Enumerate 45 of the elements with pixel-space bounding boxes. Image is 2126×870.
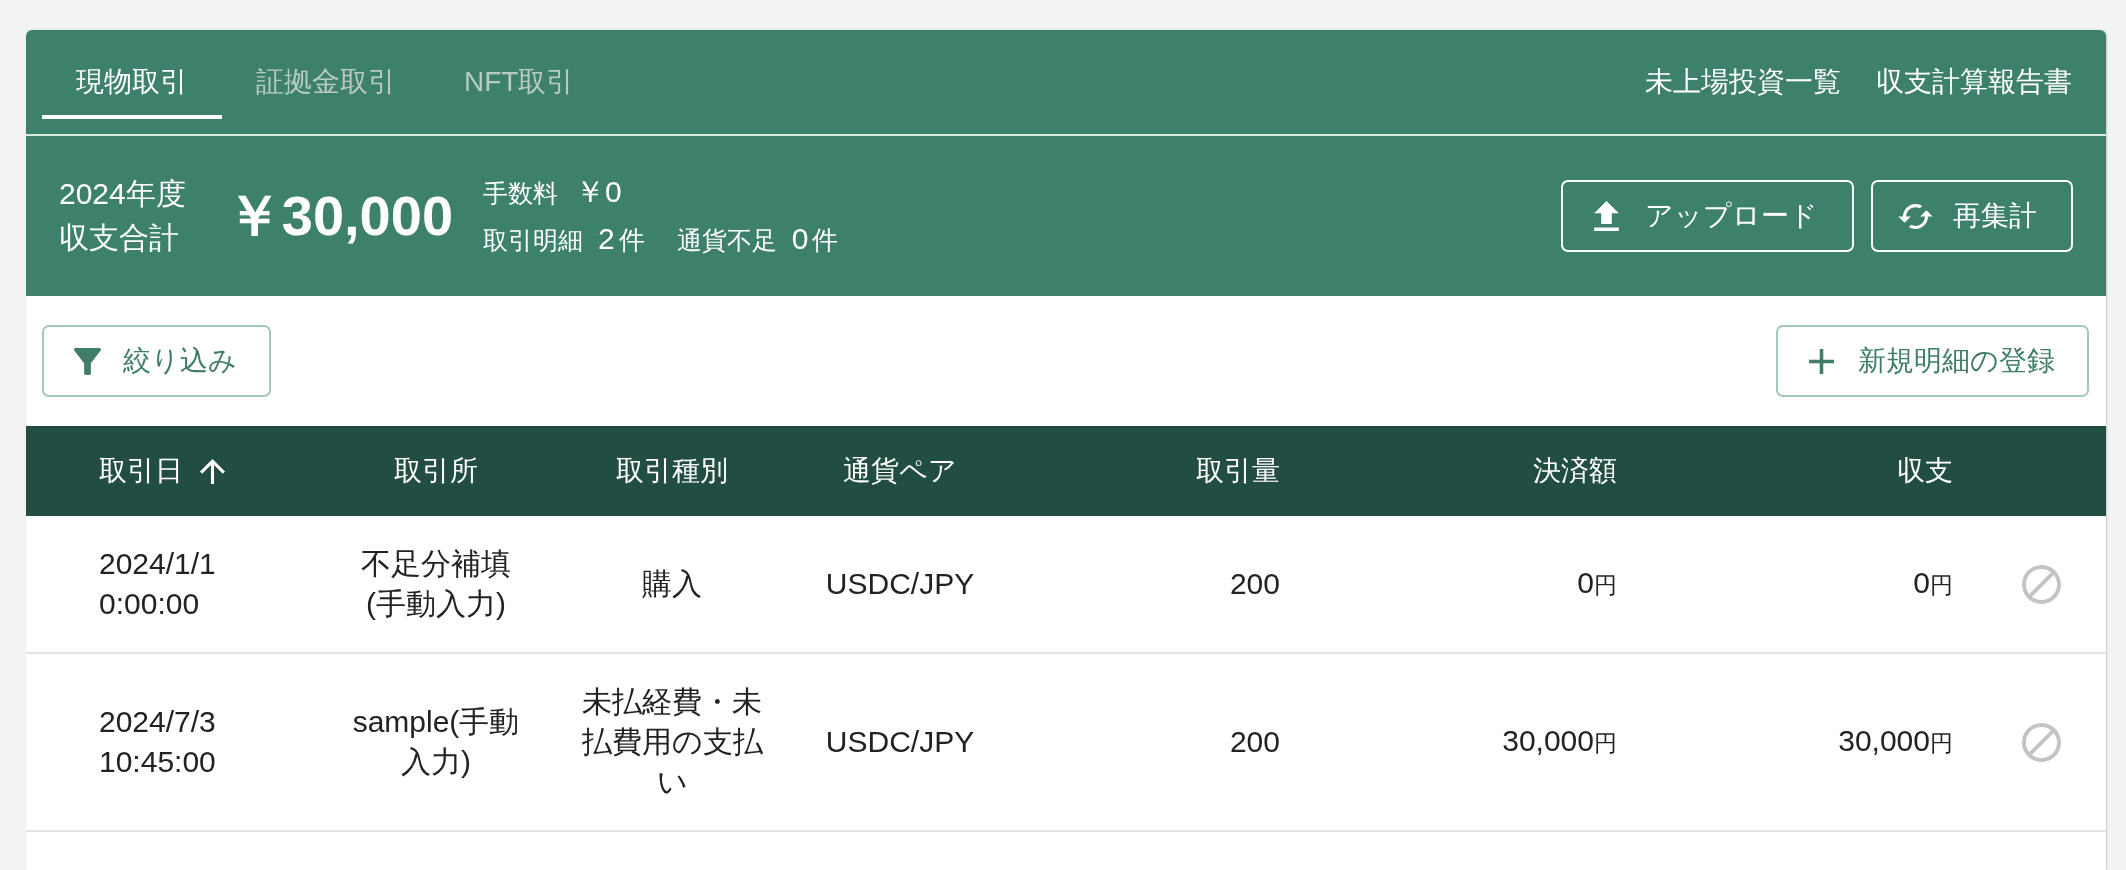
quantity-cell-text: 200 bbox=[1229, 566, 1280, 602]
column-header: 取引所 bbox=[394, 454, 478, 488]
total-label: 収支合計 bbox=[59, 220, 180, 256]
recalculate-button[interactable]: 再集計 bbox=[1871, 180, 2073, 252]
tab[interactable]: 現物取引 bbox=[42, 30, 222, 119]
nav-link[interactable]: 未上場投資一覧 bbox=[1645, 64, 1841, 100]
fee-amount: ￥0 bbox=[575, 174, 622, 210]
ban-icon[interactable] bbox=[2022, 722, 2061, 762]
settlement-cell-text: 0円 bbox=[1577, 565, 1617, 601]
balance-cell-text: 0円 bbox=[1913, 565, 1953, 601]
column-header[interactable]: 取引日 bbox=[99, 450, 225, 492]
quantity-cell-text: 200 bbox=[1229, 724, 1280, 760]
shortage-count-label: 通貨不足 bbox=[676, 225, 777, 256]
column-header: 通貨ペア bbox=[843, 454, 957, 488]
currency-pair-cell-text: USDC/JPY bbox=[825, 724, 975, 760]
balance-cell-text: 30,000円 bbox=[1838, 723, 1953, 759]
settlement-cell-text: 30,000円 bbox=[1502, 723, 1617, 759]
total-amount: ￥30,000 bbox=[225, 184, 454, 248]
column-header: 取引量 bbox=[1196, 454, 1280, 488]
refresh-icon bbox=[1898, 203, 1933, 229]
exchange-cell-text: 不足分補填(手動入力) bbox=[360, 546, 512, 622]
tab[interactable]: 証拠金取引 bbox=[222, 30, 430, 119]
plus-icon bbox=[1809, 348, 1834, 374]
filter-icon bbox=[74, 347, 101, 375]
add-button[interactable]: 新規明細の登録 bbox=[1776, 325, 2089, 397]
type-cell-text: 購入 bbox=[642, 566, 702, 602]
tab[interactable]: NFT取引 bbox=[430, 30, 609, 119]
exchange-cell-text: sample(手動入力) bbox=[351, 704, 521, 780]
date-cell-text: 2024/1/1 0:00:00 bbox=[99, 546, 216, 622]
column-header: 決済額 bbox=[1533, 454, 1617, 488]
currency-pair-cell-text: USDC/JPY bbox=[825, 566, 975, 602]
column-header: 取引種別 bbox=[616, 454, 728, 488]
type-cell-text: 未払経費・未払費用の支払い bbox=[580, 684, 764, 800]
date-cell-text: 2024/7/3 10:45:00 bbox=[99, 704, 216, 780]
upload-icon bbox=[1594, 201, 1619, 231]
fiscal-year-label: 2024年度 bbox=[59, 176, 186, 212]
transaction-count: 2件 bbox=[598, 221, 645, 257]
nav-link[interactable]: 収支計算報告書 bbox=[1876, 64, 2072, 100]
transaction-count-label: 取引明細 bbox=[483, 225, 584, 256]
column-header: 収支 bbox=[1897, 454, 1953, 488]
fee-label: 手数料 bbox=[483, 178, 559, 209]
upload-button[interactable]: アップロード bbox=[1561, 180, 1854, 252]
ban-icon[interactable] bbox=[2022, 564, 2061, 604]
shortage-count: 0件 bbox=[791, 221, 839, 257]
filter-button[interactable]: 絞り込み bbox=[42, 325, 271, 397]
